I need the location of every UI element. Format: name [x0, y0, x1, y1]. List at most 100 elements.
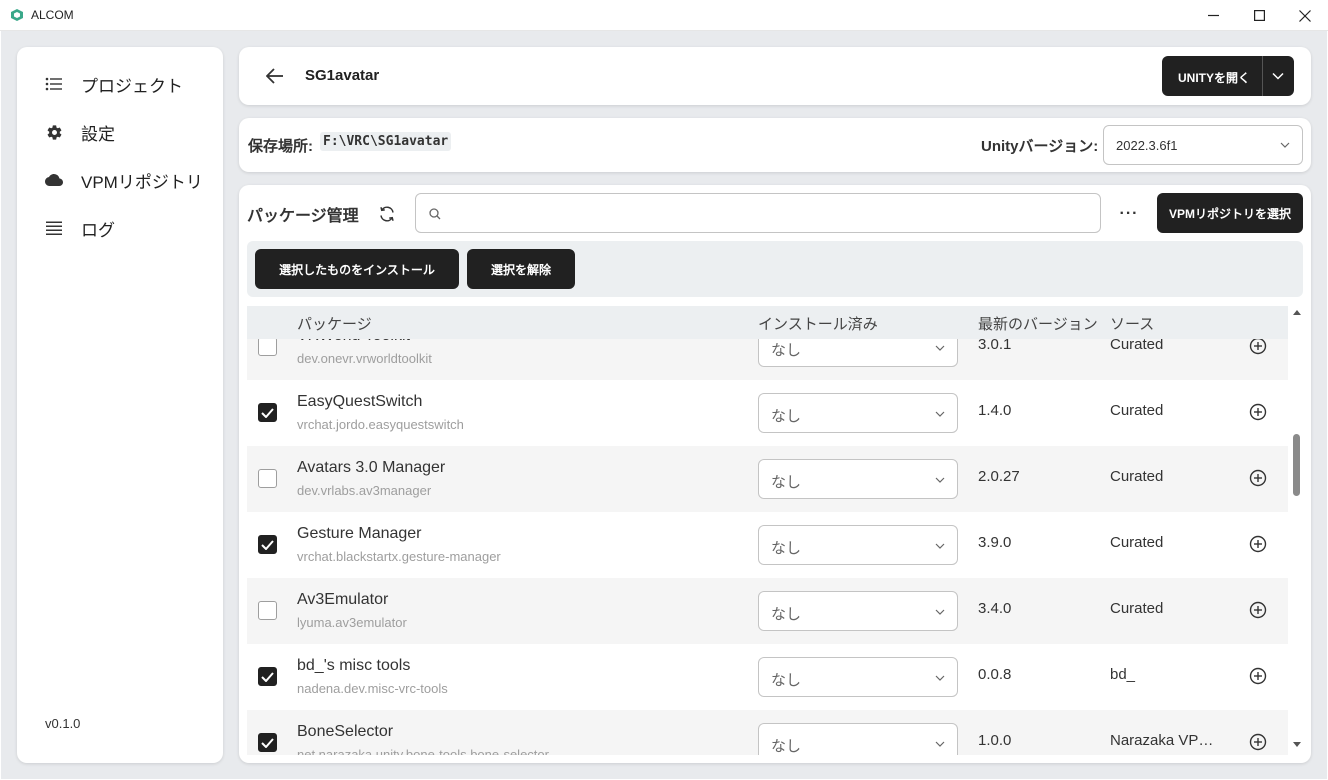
package-name: Avatars 3.0 Manager — [297, 459, 446, 476]
install-selected-button[interactable]: 選択したものをインストール — [255, 249, 459, 289]
search-icon — [429, 208, 441, 220]
check-icon — [261, 407, 274, 418]
package-name: Gesture Manager — [297, 525, 422, 542]
add-package-button[interactable] — [1248, 534, 1268, 554]
sidebar: プロジェクト 設定 VPMリポジトリ ログ v0.1.0 — [17, 47, 223, 763]
add-package-button[interactable] — [1248, 600, 1268, 620]
add-package-button[interactable] — [1248, 402, 1268, 422]
add-package-button[interactable] — [1248, 336, 1268, 356]
plus-circle-icon — [1249, 733, 1267, 751]
project-location-bar: 保存場所: F:\VRC\SG1avatar Unityバージョン: 2022.… — [239, 118, 1311, 172]
scroll-up-arrow-icon[interactable] — [1293, 310, 1301, 315]
minimize-button[interactable] — [1190, 0, 1236, 31]
open-unity-label: UNITYを開く — [1178, 71, 1251, 85]
installed-version-select[interactable]: なし — [758, 525, 958, 565]
row-checkbox[interactable] — [258, 403, 277, 422]
installed-version-value: なし — [771, 342, 802, 359]
package-name: bd_'s misc tools — [297, 657, 411, 674]
check-icon — [261, 737, 274, 748]
app-logo-icon — [11, 9, 23, 21]
package-id: nadena.dev.misc-vrc-tools — [297, 681, 448, 696]
more-options-button[interactable]: ··· — [1117, 202, 1141, 226]
package-search[interactable] — [415, 193, 1101, 233]
column-header-installed[interactable]: インストール済み — [758, 313, 878, 334]
close-button[interactable] — [1282, 0, 1328, 31]
table-row: Avatars 3.0 Manager dev.vrlabs.av3manage… — [247, 446, 1288, 512]
unity-version-label: Unityバージョン: — [981, 138, 1099, 155]
open-unity-dropdown[interactable] — [1262, 56, 1294, 96]
installed-version-value: なし — [771, 474, 802, 491]
package-source: Curated — [1110, 468, 1164, 485]
close-icon — [1299, 9, 1311, 22]
chevron-down-icon — [935, 411, 945, 417]
location-label: 保存場所: — [248, 138, 313, 155]
plus-circle-icon — [1249, 469, 1267, 487]
installed-version-select[interactable]: なし — [758, 459, 958, 499]
package-source: bd_ — [1110, 666, 1136, 683]
chevron-down-icon — [935, 609, 945, 615]
package-name: EasyQuestSwitch — [297, 393, 423, 410]
table-header: パッケージ インストール済み 最新のバージョン ソース — [247, 306, 1288, 339]
installed-version-select[interactable]: なし — [758, 591, 958, 631]
package-id: dev.vrlabs.av3manager — [297, 483, 432, 498]
open-unity-button[interactable]: UNITYを開く — [1162, 56, 1294, 96]
bulk-action-bar: 選択したものをインストール 選択を解除 — [247, 241, 1303, 297]
column-header-package[interactable]: パッケージ — [297, 313, 372, 334]
sidebar-item-label: プロジェクト — [81, 76, 183, 96]
add-package-button[interactable] — [1248, 666, 1268, 686]
package-management-title: パッケージ管理 — [247, 208, 359, 225]
table-row: Gesture Manager vrchat.blackstartx.gestu… — [247, 512, 1288, 578]
package-id: vrchat.jordo.easyquestswitch — [297, 417, 464, 432]
chevron-down-icon — [935, 543, 945, 549]
row-checkbox[interactable] — [258, 469, 277, 488]
plus-circle-icon — [1249, 667, 1267, 685]
column-header-latest[interactable]: 最新のバージョン — [978, 313, 1098, 334]
scroll-down-arrow-icon[interactable] — [1293, 742, 1301, 747]
project-title: SG1avatar — [305, 67, 380, 84]
plus-circle-icon — [1249, 535, 1267, 553]
unity-version-select[interactable]: 2022.3.6f1 — [1103, 125, 1303, 165]
maximize-button[interactable] — [1236, 0, 1282, 31]
unity-version-value: 2022.3.6f1 — [1116, 138, 1178, 153]
latest-version: 3.4.0 — [978, 600, 1012, 617]
table-scrollbar[interactable] — [1290, 306, 1303, 755]
add-package-button[interactable] — [1248, 732, 1268, 752]
installed-version-select[interactable]: なし — [758, 657, 958, 697]
installed-version-select[interactable]: なし — [758, 723, 958, 755]
plus-circle-icon — [1249, 403, 1267, 421]
gear-icon — [45, 123, 63, 141]
chevron-down-icon — [935, 741, 945, 747]
deselect-button[interactable]: 選択を解除 — [467, 249, 575, 289]
package-source: Curated — [1110, 600, 1164, 617]
installed-version-select[interactable]: なし — [758, 393, 958, 433]
sidebar-item-settings[interactable]: 設定 — [17, 112, 223, 152]
app-version: v0.1.0 — [45, 716, 81, 731]
latest-version: 2.0.27 — [978, 468, 1020, 485]
package-id: net.narazaka.unity.bone-tools.bone-selec… — [297, 747, 549, 755]
add-package-button[interactable] — [1248, 468, 1268, 488]
arrow-left-icon — [266, 68, 283, 84]
sidebar-item-vpm-repositories[interactable]: VPMリポジトリ — [17, 160, 223, 200]
row-checkbox[interactable] — [258, 535, 277, 554]
search-input[interactable] — [450, 200, 1090, 226]
sidebar-item-projects[interactable]: プロジェクト — [17, 64, 223, 104]
row-checkbox[interactable] — [258, 601, 277, 620]
sidebar-item-logs[interactable]: ログ — [17, 208, 223, 248]
back-button[interactable] — [263, 64, 287, 88]
select-repository-button[interactable]: VPMリポジトリを選択 — [1157, 193, 1303, 233]
latest-version: 0.0.8 — [978, 666, 1012, 683]
table-row: Av3Emulator lyuma.av3emulator なし 3.4.0 C… — [247, 578, 1288, 644]
sidebar-item-label: VPMリポジトリ — [81, 172, 203, 192]
title-bar: ALCOM — [0, 0, 1328, 31]
latest-version: 1.4.0 — [978, 402, 1012, 419]
column-header-source[interactable]: ソース — [1110, 313, 1154, 334]
scroll-thumb[interactable] — [1293, 434, 1300, 496]
row-checkbox[interactable] — [258, 733, 277, 752]
package-id: dev.onevr.vrworldtoolkit — [297, 351, 432, 366]
row-checkbox[interactable] — [258, 337, 277, 356]
window-title: ALCOM — [31, 8, 74, 22]
refresh-button[interactable] — [375, 202, 399, 226]
lines-icon — [45, 219, 63, 237]
installed-version-value: なし — [771, 408, 802, 425]
row-checkbox[interactable] — [258, 667, 277, 686]
